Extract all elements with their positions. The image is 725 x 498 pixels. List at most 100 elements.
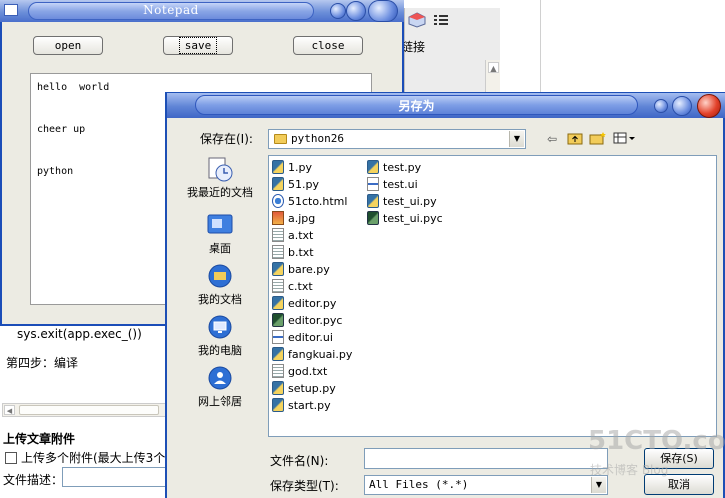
file-item[interactable]: 51cto.html xyxy=(272,194,347,210)
list-icon[interactable] xyxy=(432,12,450,28)
file-name: test_ui.pyc xyxy=(383,212,443,225)
network-places-icon xyxy=(206,365,234,391)
py-file-icon xyxy=(367,194,379,208)
place-label: 我最近的文档 xyxy=(187,186,253,199)
link-label[interactable]: 链接 xyxy=(401,38,425,55)
minimize-icon[interactable] xyxy=(330,3,346,19)
file-name: editor.py xyxy=(288,297,337,310)
maximize-icon[interactable] xyxy=(672,96,692,116)
txt-file-icon xyxy=(272,279,284,293)
save-in-value: python26 xyxy=(291,132,344,145)
py-file-icon xyxy=(367,160,379,174)
watermark-logo: 51CTO.com xyxy=(588,426,725,456)
place-my-documents[interactable]: 我的文档 xyxy=(180,263,260,307)
file-item[interactable]: god.txt xyxy=(272,364,327,380)
place-network[interactable]: 网上邻居 xyxy=(180,365,260,409)
new-folder-icon[interactable] xyxy=(589,131,607,147)
save-in-combo[interactable]: python26 ▼ xyxy=(268,129,526,149)
place-label: 桌面 xyxy=(209,242,231,255)
file-item[interactable]: a.txt xyxy=(272,228,313,244)
place-recent[interactable]: 我最近的文档 xyxy=(180,156,260,200)
file-item[interactable]: setup.py xyxy=(272,381,336,397)
file-item[interactable]: start.py xyxy=(272,398,331,414)
file-item[interactable]: b.txt xyxy=(272,245,314,261)
open-button[interactable]: open xyxy=(33,36,103,55)
scroll-left-icon[interactable]: ◀ xyxy=(4,405,15,415)
py-file-icon xyxy=(272,177,284,191)
file-name: 1.py xyxy=(288,161,312,174)
file-item[interactable]: test_ui.pyc xyxy=(367,211,443,227)
py-file-icon xyxy=(272,381,284,395)
file-item[interactable]: 51.py xyxy=(272,177,319,193)
file-item[interactable]: a.jpg xyxy=(272,211,315,227)
pyc-file-icon xyxy=(272,313,284,327)
scroll-up-icon[interactable]: ▲ xyxy=(488,62,499,73)
close-window-icon[interactable] xyxy=(368,0,398,22)
file-name: start.py xyxy=(288,399,331,412)
file-item[interactable]: fangkuai.py xyxy=(272,347,352,363)
file-name: b.txt xyxy=(288,246,314,259)
html-file-icon xyxy=(272,194,284,208)
my-computer-icon xyxy=(206,314,234,340)
box-icon[interactable] xyxy=(408,12,426,28)
attach-multi-checkbox[interactable] xyxy=(5,452,17,464)
file-item[interactable]: test.py xyxy=(367,160,421,176)
file-desc-input[interactable] xyxy=(62,467,166,487)
file-item[interactable]: 1.py xyxy=(272,160,312,176)
file-name: bare.py xyxy=(288,263,330,276)
file-item[interactable]: bare.py xyxy=(272,262,330,278)
place-desktop[interactable]: 桌面 xyxy=(180,212,260,256)
file-name: fangkuai.py xyxy=(288,348,353,361)
scroll-thumb[interactable] xyxy=(19,405,159,415)
attach-multi-label: 上传多个附件(最大上传3个 xyxy=(21,451,166,465)
txt-file-icon xyxy=(272,245,284,259)
py-file-icon xyxy=(272,347,284,361)
jpg-file-icon xyxy=(272,211,284,225)
save-in-label: 保存在(I): xyxy=(200,132,253,146)
file-name: 51.py xyxy=(288,178,319,191)
file-name: editor.ui xyxy=(288,331,333,344)
filetype-value: All Files (*.*) xyxy=(369,478,469,491)
chevron-down-icon[interactable]: ▼ xyxy=(591,477,606,493)
filename-input[interactable] xyxy=(364,448,608,469)
view-menu-icon[interactable] xyxy=(612,131,638,147)
txt-file-icon xyxy=(272,364,284,378)
file-name: setup.py xyxy=(288,382,336,395)
my-documents-icon xyxy=(206,263,234,289)
ui-file-icon xyxy=(272,330,284,344)
recent-docs-icon xyxy=(206,156,234,182)
save-button[interactable]: save xyxy=(163,36,233,55)
file-item[interactable]: test.ui xyxy=(367,177,418,193)
file-item[interactable]: c.txt xyxy=(272,279,313,295)
txt-file-icon xyxy=(272,228,284,242)
close-dialog-icon[interactable] xyxy=(697,94,721,118)
py-file-icon xyxy=(272,160,284,174)
window-menu-icon[interactable] xyxy=(4,4,18,16)
file-name: editor.pyc xyxy=(288,314,343,327)
back-icon[interactable]: ⇦ xyxy=(543,131,561,147)
text-line: cheer up xyxy=(37,124,86,135)
chevron-down-icon[interactable]: ▼ xyxy=(509,131,524,147)
maximize-icon[interactable] xyxy=(346,1,366,21)
close-button[interactable]: close xyxy=(293,36,363,55)
horizontal-scrollbar[interactable]: ◀ xyxy=(2,403,166,417)
filetype-combo[interactable]: All Files (*.*) ▼ xyxy=(364,475,608,495)
up-folder-icon[interactable] xyxy=(566,131,584,147)
file-item[interactable]: test_ui.py xyxy=(367,194,437,210)
text-line: python xyxy=(37,166,74,177)
notepad-title: Notepad xyxy=(143,3,199,17)
file-name: c.txt xyxy=(288,280,313,293)
file-list[interactable]: 1.py 51.py 51cto.html a.jpg a.txt b.txt bare.p… xyxy=(268,155,717,437)
file-item[interactable]: editor.py xyxy=(272,296,336,312)
place-label: 我的文档 xyxy=(198,293,242,306)
minimize-icon[interactable] xyxy=(654,99,668,113)
step-text: 第四步：编译 xyxy=(6,356,79,370)
file-name: test.py xyxy=(383,161,422,174)
attach-multi-option[interactable]: 上传多个附件(最大上传3个 xyxy=(5,449,165,466)
file-name: test_ui.py xyxy=(383,195,437,208)
code-line: sys.exit(app.exec_()) xyxy=(17,327,142,341)
dialog-title: 另存为 xyxy=(398,99,435,113)
file-item[interactable]: editor.pyc xyxy=(272,313,342,329)
place-my-computer[interactable]: 我的电脑 xyxy=(180,314,260,358)
file-item[interactable]: editor.ui xyxy=(272,330,333,346)
